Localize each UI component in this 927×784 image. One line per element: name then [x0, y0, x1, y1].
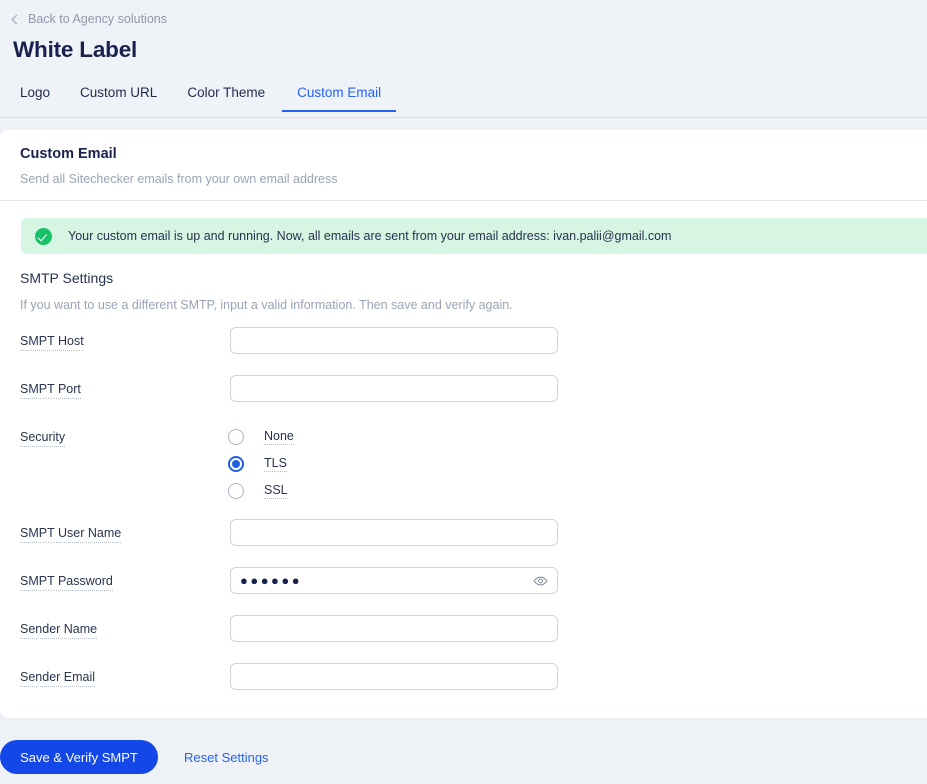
security-option-tls-label: TLS: [264, 455, 287, 472]
security-label: Security: [20, 430, 66, 447]
eye-icon[interactable]: [533, 573, 548, 588]
security-option-tls[interactable]: TLS: [228, 450, 294, 477]
tab-color-theme-label: Color Theme: [187, 85, 266, 100]
security-radio-group: None TLS SSL: [228, 423, 294, 504]
radio-icon-none: [228, 428, 244, 445]
form-row-sender-name: Sender Name: [0, 615, 927, 663]
tab-logo[interactable]: Logo: [20, 84, 50, 112]
smtp-port-label: SMPT Port: [20, 382, 81, 399]
form-row-security: Security None TLS SSL: [0, 423, 927, 519]
tab-custom-url[interactable]: Custom URL: [80, 84, 157, 112]
tab-logo-label: Logo: [20, 85, 51, 100]
success-alert: Your custom email is up and running. Now…: [21, 218, 927, 254]
smtp-host-input[interactable]: [230, 327, 558, 354]
back-to-agency-solutions-link[interactable]: Back to Agency solutions: [11, 11, 167, 27]
success-alert-text: Your custom email is up and running. Now…: [68, 229, 672, 243]
tab-bar: Logo Custom URL Color Theme Custom Email: [0, 84, 927, 118]
white-label-page: Back to Agency solutions White Label Log…: [0, 0, 927, 784]
back-link-label: Back to Agency solutions: [28, 12, 167, 26]
sender-email-input[interactable]: [230, 663, 558, 690]
form-row-username: SMPT User Name: [0, 519, 927, 567]
form-footer: Save & Verify SMPT Reset Settings: [0, 730, 927, 784]
smtp-settings-description: If you want to use a different SMTP, inp…: [20, 298, 513, 312]
security-option-none-label: None: [264, 428, 294, 445]
smtp-port-input[interactable]: [230, 375, 558, 402]
tab-custom-email-label: Custom Email: [297, 85, 382, 100]
smtp-host-label: SMPT Host: [20, 334, 84, 351]
card-divider: [0, 200, 927, 201]
form-row-port: SMPT Port: [0, 375, 927, 423]
reset-settings-button[interactable]: Reset Settings: [184, 750, 269, 765]
form-row-password: SMPT Password ●●●●●●: [0, 567, 927, 615]
sender-name-input[interactable]: [230, 615, 558, 642]
radio-icon-tls: [228, 455, 244, 472]
security-option-ssl[interactable]: SSL: [228, 477, 294, 504]
security-option-ssl-label: SSL: [264, 482, 288, 499]
custom-email-card: Custom Email Send all Sitechecker emails…: [0, 130, 927, 718]
card-title: Custom Email: [20, 146, 117, 162]
smtp-password-label: SMPT Password: [20, 574, 113, 591]
smtp-form: SMPT Host SMPT Port Security None TLS SS…: [0, 327, 927, 711]
form-row-host: SMPT Host: [0, 327, 927, 375]
tab-custom-email[interactable]: Custom Email: [282, 84, 397, 112]
smtp-password-value: ●●●●●●: [240, 573, 303, 588]
chevron-left-icon: [11, 14, 22, 24]
smtp-password-input[interactable]: ●●●●●●: [230, 567, 558, 594]
form-row-sender-email: Sender Email: [0, 663, 927, 711]
smtp-username-label: SMPT User Name: [20, 526, 122, 543]
smtp-settings-title: SMTP Settings: [20, 270, 114, 286]
page-header: Back to Agency solutions White Label Log…: [0, 0, 927, 118]
page-title: White Label: [13, 37, 138, 62]
check-circle-icon: [35, 227, 52, 245]
tab-custom-url-label: Custom URL: [80, 85, 158, 100]
sender-email-label: Sender Email: [20, 670, 96, 687]
card-header: Custom Email Send all Sitechecker emails…: [0, 130, 927, 186]
tab-color-theme[interactable]: Color Theme: [187, 84, 265, 112]
sender-name-label: Sender Name: [20, 622, 98, 639]
radio-icon-ssl: [228, 482, 244, 499]
security-option-none[interactable]: None: [228, 423, 294, 450]
save-and-verify-smtp-button[interactable]: Save & Verify SMPT: [0, 740, 158, 774]
smtp-username-input[interactable]: [230, 519, 558, 546]
card-subtitle: Send all Sitechecker emails from your ow…: [20, 172, 338, 186]
